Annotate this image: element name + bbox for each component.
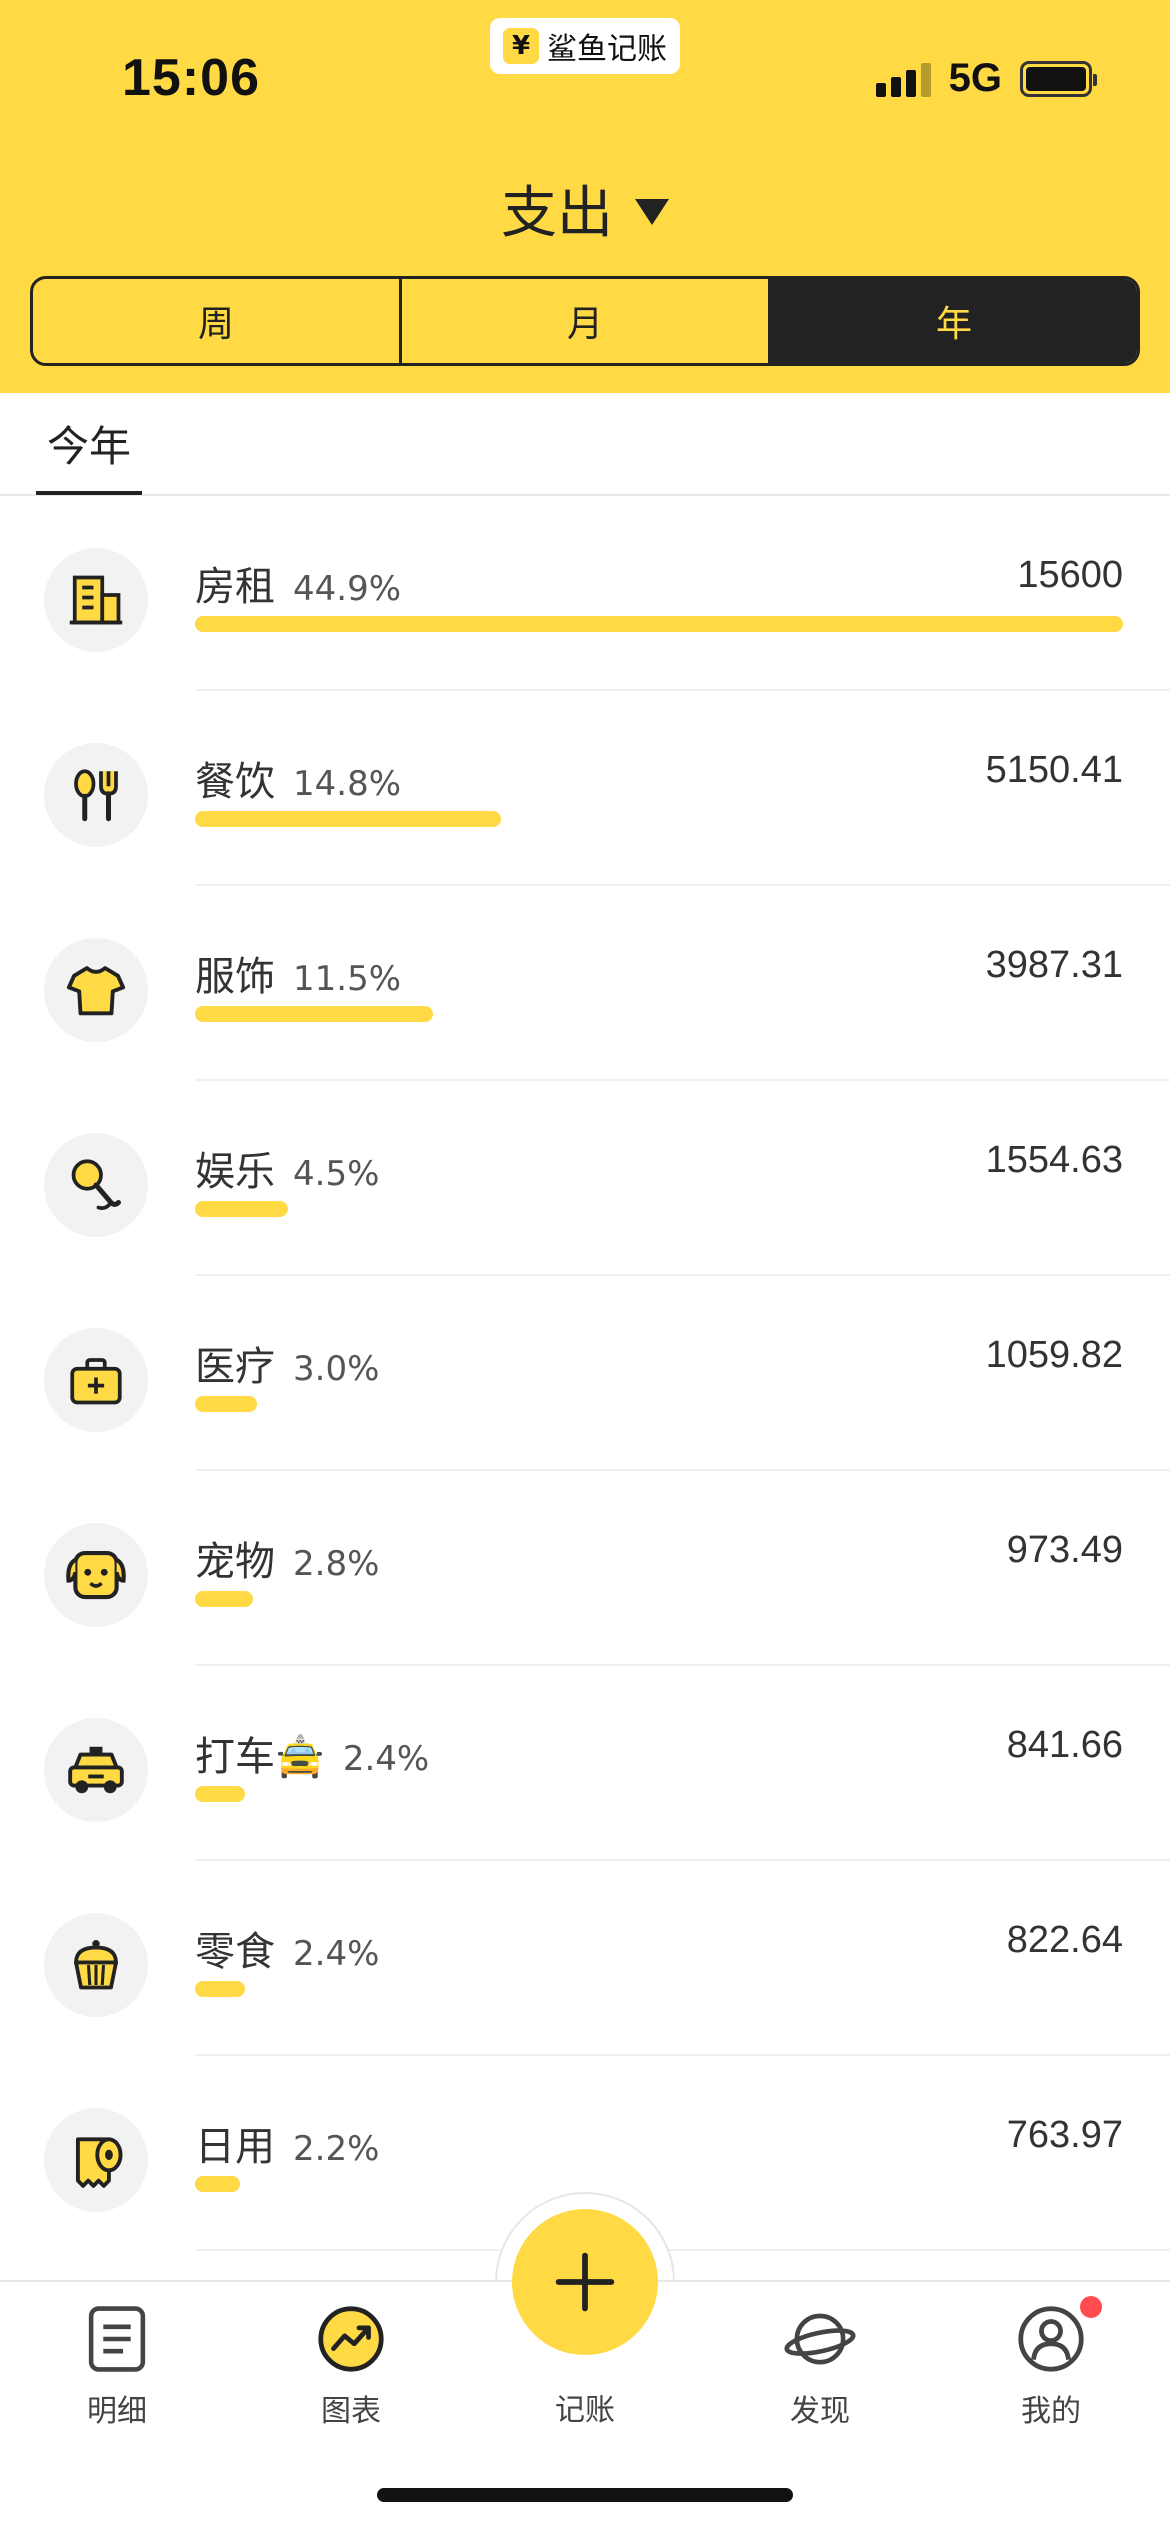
app-pill[interactable]: ¥ 鲨鱼记账 bbox=[490, 18, 680, 74]
category-bar bbox=[195, 811, 501, 827]
category-percent: 44.9% bbox=[293, 569, 402, 609]
notification-badge bbox=[1080, 2296, 1102, 2318]
category-amount: 3987.31 bbox=[985, 944, 1123, 986]
category-percent: 2.8% bbox=[293, 1544, 380, 1584]
category-bar bbox=[195, 1591, 253, 1607]
nav-label: 明细 bbox=[87, 2394, 147, 2429]
app-name: 鲨鱼记账 bbox=[547, 32, 667, 67]
category-percent: 14.8% bbox=[293, 764, 402, 804]
network-label: 5G bbox=[948, 56, 1002, 100]
category-bar bbox=[195, 1396, 257, 1412]
category-bar bbox=[195, 1981, 245, 1997]
type-selector[interactable]: 支出 bbox=[0, 168, 1170, 249]
tab-month[interactable]: 月 bbox=[399, 279, 768, 363]
category-list: 房租 44.9% 15600 餐饮 14.8% 5150.41 服饰 11.5% 39… bbox=[0, 496, 1170, 2251]
category-percent: 2.4% bbox=[342, 1739, 430, 1779]
category-label: 餐饮 14.8% bbox=[195, 759, 402, 805]
category-row[interactable]: 零食 2.4% 822.64 bbox=[44, 1861, 1170, 2056]
category-percent: 2.4% bbox=[293, 1934, 380, 1974]
nav-item-details[interactable]: 明细 bbox=[37, 2302, 197, 2430]
category-percent: 4.5% bbox=[293, 1154, 380, 1194]
category-row[interactable]: 餐饮 14.8% 5150.41 bbox=[44, 691, 1170, 886]
category-bar bbox=[195, 1786, 245, 1802]
building-icon bbox=[44, 548, 148, 652]
medical-kit-icon bbox=[44, 1328, 148, 1432]
category-amount: 763.97 bbox=[1006, 2114, 1123, 2156]
category-row[interactable]: 房租 44.9% 15600 bbox=[44, 496, 1170, 691]
header: 15:06 ¥ 鲨鱼记账 5G 支出 周 月 年 bbox=[0, 0, 1170, 393]
status-indicators: 5G bbox=[875, 56, 1097, 101]
category-label: 房租 44.9% bbox=[195, 564, 402, 610]
category-amount: 841.66 bbox=[1006, 1724, 1123, 1766]
category-amount: 5150.41 bbox=[985, 749, 1123, 791]
document-list-icon bbox=[80, 2302, 154, 2376]
user-icon bbox=[1014, 2296, 1102, 2376]
tab-week[interactable]: 周 bbox=[33, 279, 399, 363]
taxi-icon bbox=[44, 1718, 148, 1822]
category-amount: 1554.63 bbox=[985, 1139, 1123, 1181]
category-row[interactable]: 服饰 11.5% 3987.31 bbox=[44, 886, 1170, 1081]
toilet-paper-icon bbox=[44, 2108, 148, 2212]
nav-label: 图表 bbox=[321, 2394, 381, 2429]
category-row[interactable]: 医疗 3.0% 1059.82 bbox=[44, 1276, 1170, 1471]
signal-bars-icon bbox=[875, 61, 931, 97]
yuan-icon: ¥ bbox=[503, 28, 539, 64]
category-amount: 822.64 bbox=[1006, 1919, 1123, 1961]
category-label: 打车🚖 2.4% bbox=[195, 1734, 430, 1780]
status-time: 15:06 bbox=[122, 49, 260, 107]
category-label: 日用 2.2% bbox=[195, 2124, 380, 2170]
nav-item-me[interactable]: 我的 bbox=[971, 2296, 1131, 2430]
nav-label: 我的 bbox=[1021, 2394, 1081, 2429]
page-title: 支出 bbox=[501, 181, 613, 246]
category-amount: 1059.82 bbox=[985, 1334, 1123, 1376]
trend-chart-icon bbox=[314, 2302, 388, 2376]
category-amount: 15600 bbox=[1017, 554, 1123, 596]
add-record-button[interactable] bbox=[512, 2209, 658, 2355]
category-label: 零食 2.4% bbox=[195, 1929, 380, 1975]
utensils-icon bbox=[44, 743, 148, 847]
category-row[interactable]: 娱乐 4.5% 1554.63 bbox=[44, 1081, 1170, 1276]
category-percent: 11.5% bbox=[293, 959, 402, 999]
category-row[interactable]: 打车🚖 2.4% 841.66 bbox=[44, 1666, 1170, 1861]
category-label: 服饰 11.5% bbox=[195, 954, 402, 1000]
home-indicator bbox=[377, 2488, 793, 2502]
microphone-icon bbox=[44, 1133, 148, 1237]
category-percent: 3.0% bbox=[293, 1349, 380, 1389]
category-label: 娱乐 4.5% bbox=[195, 1149, 380, 1195]
category-bar bbox=[195, 1201, 288, 1217]
category-bar bbox=[195, 2176, 240, 2192]
cupcake-icon bbox=[44, 1913, 148, 2017]
add-record-label: 记账 bbox=[555, 2393, 615, 2428]
category-bar bbox=[195, 616, 1123, 632]
tshirt-icon bbox=[44, 938, 148, 1042]
category-bar bbox=[195, 1006, 433, 1022]
nav-label: 发现 bbox=[790, 2394, 850, 2429]
category-row[interactable]: 宠物 2.8% 973.49 bbox=[44, 1471, 1170, 1666]
tab-year[interactable]: 年 bbox=[768, 279, 1137, 363]
pet-dog-icon bbox=[44, 1523, 148, 1627]
time-range-tabs: 今年 bbox=[0, 393, 1170, 496]
category-label: 宠物 2.8% bbox=[195, 1539, 380, 1585]
nav-item-discover[interactable]: 发现 bbox=[740, 2302, 900, 2430]
nav-item-charts[interactable]: 图表 bbox=[271, 2302, 431, 2430]
period-tabs: 周 月 年 bbox=[30, 276, 1140, 366]
triangle-down-icon bbox=[635, 198, 669, 225]
category-amount: 973.49 bbox=[1006, 1529, 1123, 1571]
category-percent: 2.2% bbox=[293, 2129, 380, 2169]
tab-this-year[interactable]: 今年 bbox=[36, 413, 142, 495]
planet-icon bbox=[783, 2302, 857, 2376]
category-label: 医疗 3.0% bbox=[195, 1344, 380, 1390]
battery-icon bbox=[1020, 60, 1097, 97]
plus-icon bbox=[555, 2252, 615, 2312]
category-row[interactable]: 日用 2.2% 763.97 bbox=[44, 2056, 1170, 2251]
